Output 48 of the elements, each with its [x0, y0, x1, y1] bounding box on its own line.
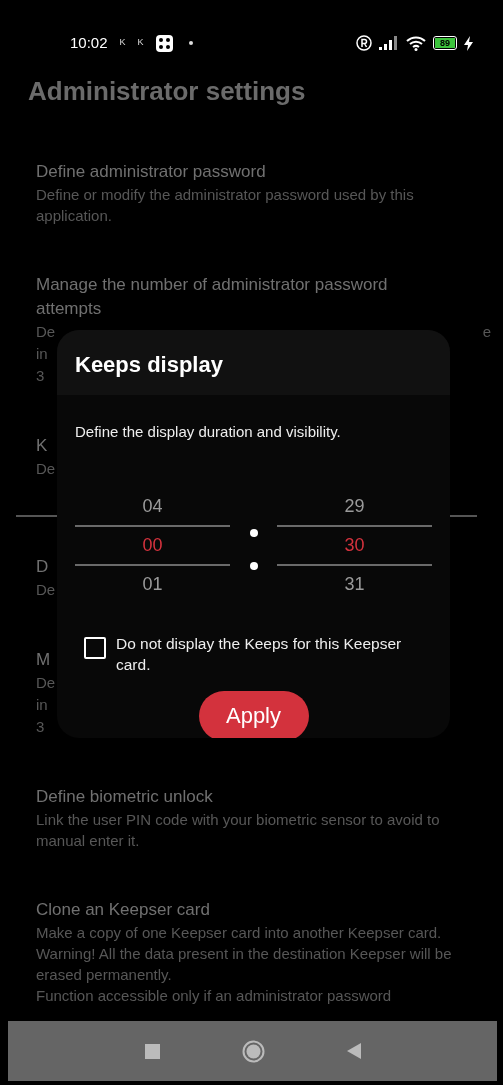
- description-fragment: in: [36, 344, 48, 364]
- picker-value: 00: [75, 524, 230, 566]
- charging-icon: [464, 35, 473, 51]
- dialog-message: Define the display duration and visibility.: [74, 422, 342, 442]
- number-picker[interactable]: 29 30 31: [277, 487, 432, 603]
- setting-title: M: [36, 649, 51, 671]
- picker-value: 30: [277, 524, 432, 566]
- colon-dot: [249, 561, 258, 570]
- setting-title: Define administrator password: [36, 161, 266, 183]
- dice-icon: [155, 34, 173, 52]
- checkbox[interactable]: [84, 636, 106, 659]
- colon-dot: [249, 528, 258, 537]
- notification-letter: K: [137, 36, 144, 50]
- registered-icon: [356, 35, 372, 51]
- back-icon[interactable]: [346, 1043, 361, 1059]
- setting-title: K: [36, 435, 48, 457]
- dialog-title: Keeps display: [57, 330, 450, 395]
- page-title: Administrator settings: [28, 75, 307, 108]
- picker-value: 01: [141, 572, 164, 596]
- checkbox-label: Do not display the Keeps for this Keepser card.: [116, 633, 403, 675]
- setting-description: Link the user PIN code with your biometric sensor to avoid to manual enter it.: [36, 810, 441, 851]
- description-fragment: De: [36, 580, 56, 600]
- description-fragment: in: [36, 695, 48, 715]
- dot-icon: [188, 41, 193, 45]
- wifi-icon: [406, 35, 426, 51]
- setting-title: Manage the number of administrator password attempts: [36, 274, 389, 320]
- signal-icon: [379, 36, 399, 50]
- notification-letter: K: [119, 36, 126, 50]
- picker-value: 04: [141, 494, 164, 518]
- home-icon[interactable]: [241, 1039, 265, 1063]
- description-fragment: De: [36, 459, 56, 479]
- recents-icon[interactable]: [144, 1043, 160, 1059]
- apply-button[interactable]: Apply: [198, 690, 309, 738]
- setting-title: Define biometric unlock: [36, 786, 213, 808]
- setting-title: D: [36, 556, 49, 578]
- description-fragment: 3: [36, 717, 45, 737]
- description-fragment: e: [482, 322, 491, 342]
- number-picker[interactable]: 04 00 01: [75, 487, 230, 603]
- picker-value: 29: [343, 494, 366, 518]
- setting-description: Define or modify the administrator password used by this application.: [36, 185, 415, 226]
- description-fragment: 3: [36, 366, 45, 386]
- setting-title: Clone an Keepser card: [36, 899, 210, 921]
- clock-time: 10:02: [70, 32, 108, 53]
- picker-value: 31: [343, 572, 366, 596]
- setting-description: Make a copy of one Keepser card into another Keepser card. Warning! All the data present in the destination Keepser will be erased permanently. Function accessible only if an administrator password: [36, 923, 453, 1006]
- description-fragment: De: [36, 322, 56, 342]
- battery-indicator: 89: [433, 36, 457, 50]
- description-fragment: De: [36, 673, 56, 693]
